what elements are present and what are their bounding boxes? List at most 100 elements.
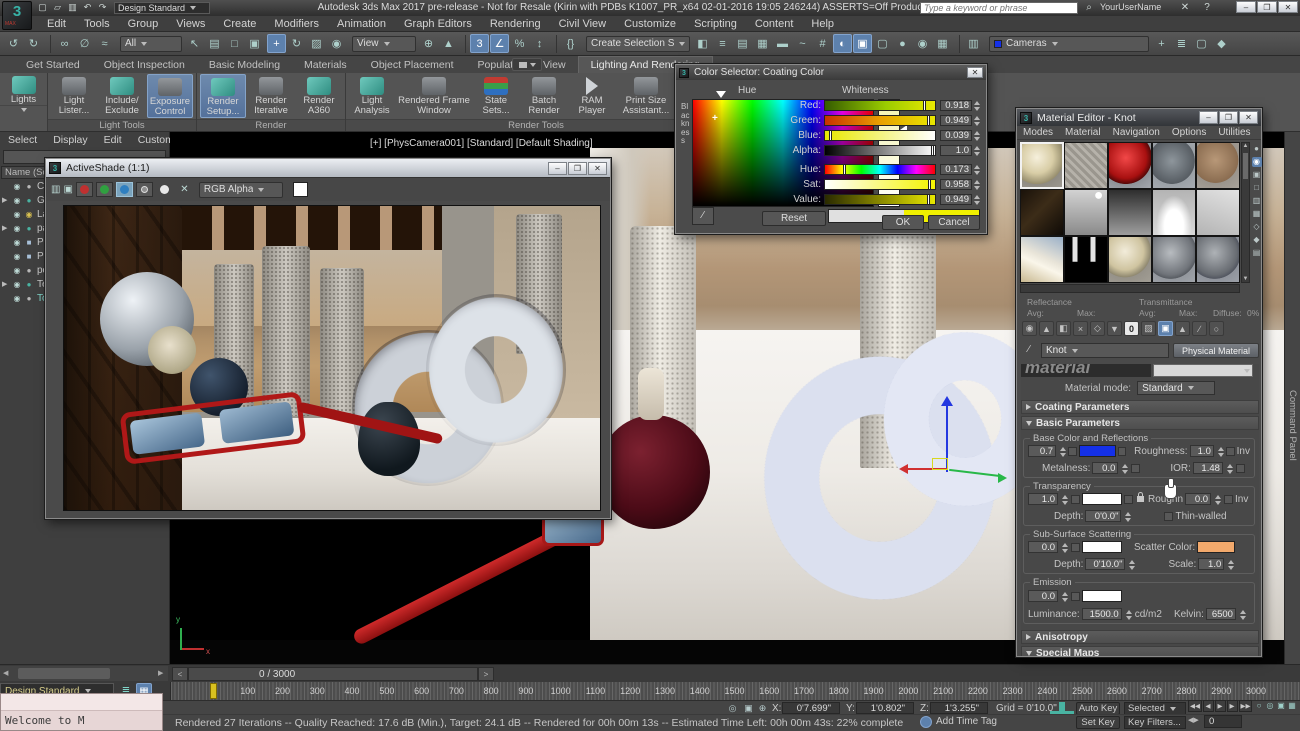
basic-parameters-rollout[interactable]: Basic Parameters xyxy=(1021,416,1259,430)
pick-material-eyedropper-icon[interactable]: ∕ xyxy=(1021,344,1037,358)
spinner-icon[interactable] xyxy=(1227,559,1235,570)
percent-snap-icon[interactable]: % xyxy=(510,34,529,53)
kelvin-field[interactable]: 6500 xyxy=(1206,608,1236,620)
material-type-button[interactable]: Physical Material xyxy=(1173,343,1259,358)
sample-slot-2[interactable] xyxy=(1108,142,1152,189)
select-and-move-icon[interactable]: + xyxy=(267,34,286,53)
close-button[interactable]: ✕ xyxy=(1239,111,1258,124)
close-button[interactable]: ✕ xyxy=(588,162,607,175)
light-lister-button[interactable]: Light Lister... xyxy=(51,74,97,118)
lights-expand[interactable] xyxy=(0,105,47,114)
transparency-color-swatch[interactable] xyxy=(1082,493,1122,505)
next-key-button[interactable]: > xyxy=(478,667,494,681)
reset-button[interactable]: Reset xyxy=(762,211,826,226)
named-selection-set-dropdown[interactable]: Create Selection Se xyxy=(586,36,690,52)
visibility-eye-icon[interactable]: ◉ xyxy=(11,238,23,247)
select-object-icon[interactable]: ↖ xyxy=(185,34,204,53)
rendered-frame-window-button[interactable]: Rendered Frame Window xyxy=(397,74,471,118)
metalness-map-checkbox[interactable] xyxy=(1131,464,1140,473)
new-file-icon[interactable]: ▢ xyxy=(36,1,49,14)
hue-marker-icon[interactable] xyxy=(716,91,726,98)
scrollbar-thumb[interactable] xyxy=(1243,153,1248,179)
red-value-field[interactable]: 0.918 xyxy=(940,100,972,111)
search-icon[interactable]: ⌕ xyxy=(1082,1,1096,14)
sat-value-field[interactable]: 0.958 xyxy=(940,179,972,190)
sample-slot-12[interactable] xyxy=(1108,236,1152,283)
state-sets-button[interactable]: State Sets... xyxy=(473,74,519,118)
options-icon[interactable]: ◇ xyxy=(1252,222,1262,232)
rendered-frame-window-icon[interactable]: ▢ xyxy=(873,34,892,53)
sample-slot-1[interactable] xyxy=(1064,142,1108,189)
selection-lock-icon[interactable]: ▣ xyxy=(742,702,755,714)
clone-window-icon[interactable]: ▣ xyxy=(63,184,72,195)
slots-horizontal-scrollbar[interactable] xyxy=(1020,284,1240,293)
material-editor-titlebar[interactable]: 3 Material Editor - Knot – ❐ ✕ xyxy=(1017,109,1261,126)
expand-arrow-icon[interactable]: ▶ xyxy=(2,280,11,288)
layer-stack-icon[interactable]: ≣ xyxy=(1172,34,1191,53)
mono-channel-button[interactable] xyxy=(136,182,153,197)
scroll-up-icon[interactable]: ▲ xyxy=(1242,143,1249,149)
metalness-field[interactable]: 0.0 xyxy=(1092,462,1118,474)
eyedropper-button[interactable]: ∕ xyxy=(692,207,714,225)
saturation-slider[interactable] xyxy=(824,179,936,190)
render-production-icon[interactable]: ● xyxy=(893,34,912,53)
render-setup-icon[interactable]: ▣ xyxy=(853,34,872,53)
x-coordinate-field[interactable]: 0'7.699" xyxy=(782,702,840,714)
expand-arrow-icon[interactable]: ▶ xyxy=(2,196,11,204)
emission-weight-field[interactable]: 0.0 xyxy=(1028,590,1058,602)
y-coordinate-field[interactable]: 1'0.802" xyxy=(856,702,914,714)
get-material-icon[interactable]: ◉ xyxy=(1022,321,1037,336)
render-setup-button[interactable]: Render Setup... xyxy=(200,74,246,118)
torus-knot-object[interactable] xyxy=(760,328,1030,628)
blue-value-field[interactable]: 0.039 xyxy=(940,130,972,141)
red-channel-button[interactable] xyxy=(76,182,93,197)
zoom-extents-icon[interactable]: ▣ xyxy=(1276,700,1286,712)
transparency-depth-field[interactable]: 0'0.0" xyxy=(1085,510,1121,522)
go-to-parent-icon[interactable]: ▲ xyxy=(1175,321,1190,336)
material-id-channel-icon[interactable]: 0 xyxy=(1124,321,1139,336)
horizontal-scrollbar[interactable]: ◀ ▶ xyxy=(0,666,168,681)
lock-icon[interactable] xyxy=(1137,496,1144,502)
blue-slider[interactable] xyxy=(824,130,936,141)
minimize-button[interactable]: – xyxy=(1199,111,1218,124)
color-selector-titlebar[interactable]: 3 Color Selector: Coating Color ✕ xyxy=(676,65,986,80)
light-analysis-button[interactable]: Light Analysis xyxy=(349,74,395,118)
visibility-eye-icon[interactable]: ◉ xyxy=(11,196,23,205)
batch-render-button[interactable]: Batch Render xyxy=(521,74,567,118)
ribbon-tab-0[interactable]: Get Started xyxy=(14,57,92,73)
render-iterative-icon[interactable]: ◉ xyxy=(913,34,932,53)
alpha-slider[interactable] xyxy=(824,145,936,156)
spinner-icon[interactable] xyxy=(1214,494,1222,505)
emission-color-swatch[interactable] xyxy=(1082,590,1122,602)
previous-frame-icon[interactable]: ◀ xyxy=(1203,700,1214,712)
spinner-icon[interactable] xyxy=(1059,446,1066,457)
sss-depth-field[interactable]: 0'10.0" xyxy=(1085,558,1125,570)
explorer-menu-0[interactable]: Select xyxy=(0,134,45,146)
spinner-icon[interactable] xyxy=(1124,511,1132,522)
menu-item-6[interactable]: Animation xyxy=(328,18,395,30)
menu-item-9[interactable]: Civil View xyxy=(550,18,615,30)
selection-filter-dropdown[interactable]: All xyxy=(120,36,182,52)
assign-material-to-selection-icon[interactable]: ◧ xyxy=(1056,321,1071,336)
sample-slot-6[interactable] xyxy=(1064,189,1108,236)
render-iterative-button[interactable]: Render Iterative xyxy=(248,74,294,118)
visibility-eye-icon[interactable]: ◉ xyxy=(11,280,23,289)
scene-explorer-toggle-icon[interactable]: ▦ xyxy=(753,34,772,53)
emission-map-checkbox[interactable] xyxy=(1071,592,1080,601)
lights-button[interactable]: Lights xyxy=(0,73,48,131)
add-time-tag[interactable]: Add Time Tag xyxy=(936,716,997,727)
angle-snap-icon[interactable]: ∠ xyxy=(490,34,509,53)
value-value-field[interactable]: 0.949 xyxy=(940,194,972,205)
save-image-icon[interactable]: ▥ xyxy=(51,184,60,195)
backlight-icon[interactable]: ◉ xyxy=(1252,157,1262,167)
material-mode-dropdown[interactable]: Standard xyxy=(1137,381,1215,395)
pick-material-from-object-icon[interactable]: ∕ xyxy=(1192,321,1207,336)
save-file-icon[interactable]: ▥ xyxy=(66,1,79,14)
me-menu-item-4[interactable]: Utilities xyxy=(1212,127,1256,138)
transparency-color-map-checkbox[interactable] xyxy=(1124,495,1133,504)
spinner-icon[interactable] xyxy=(973,179,981,190)
reset-map-icon[interactable]: × xyxy=(1073,321,1088,336)
select-and-place-icon[interactable]: ◉ xyxy=(327,34,346,53)
hue-value-field[interactable]: 0.173 xyxy=(940,164,972,175)
scroll-left-icon[interactable]: ◀ xyxy=(3,669,8,677)
